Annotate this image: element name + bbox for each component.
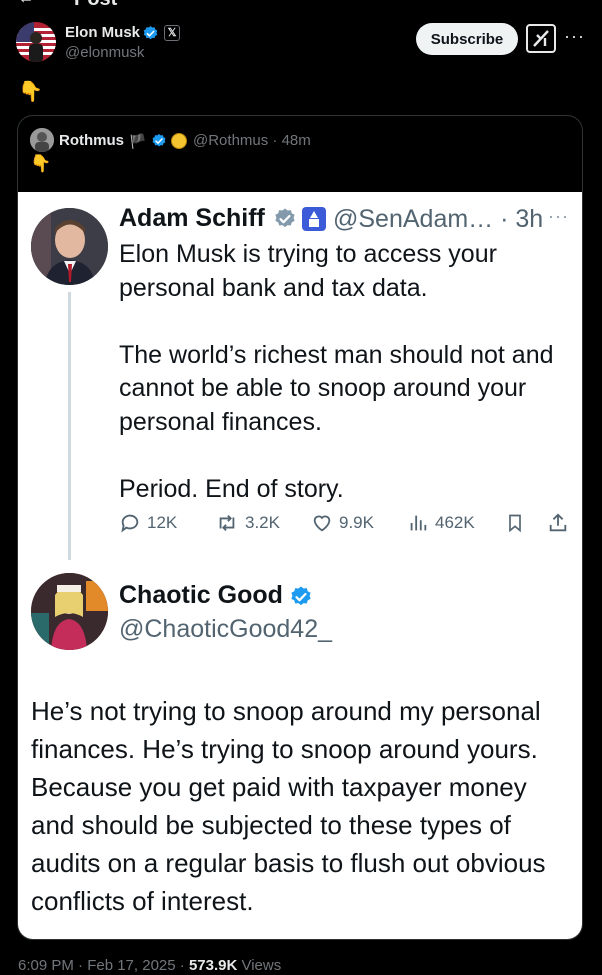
subscribe-button[interactable]: Subscribe (416, 23, 518, 55)
verified-badge-icon (143, 26, 158, 40)
grok-icon[interactable] (526, 24, 556, 53)
chaotic-good-avatar (31, 573, 108, 650)
quote-text: 👇 (30, 154, 52, 173)
author-avatar[interactable] (16, 22, 56, 62)
gold-coin-icon (171, 133, 187, 149)
tweet2-author-name: Chaotic Good (119, 581, 283, 609)
page-title: Post (74, 0, 117, 8)
post-metadata: 6:09 PM · Feb 17, 2025 · 573.9K Views (18, 957, 281, 974)
verified-gray-badge-icon (275, 208, 295, 228)
top-bar: ← Post (0, 0, 602, 8)
like-stat: 9.9K (311, 512, 374, 534)
embedded-screenshot[interactable]: Adam Schiff @SenAdam… · 3h ··· Elon Musk… (18, 192, 582, 939)
views-total: 573.9K (188, 957, 238, 974)
quote-author-meta: @Rothmus · 48m (193, 132, 311, 149)
reply-stat: 12K (119, 512, 177, 534)
reply-count: 12K (147, 513, 178, 532)
quote-author-avatar[interactable] (30, 128, 54, 152)
tweet1-action-bar: 12K 3.2K 9.9K 462K (119, 512, 574, 542)
repost-icon (219, 515, 235, 531)
author-handle[interactable]: @elonmusk (65, 44, 144, 61)
x-affiliation-icon: 𝕏 (164, 25, 180, 41)
thread-line (68, 292, 71, 560)
views-label: Views (237, 957, 282, 974)
tweet2-handle: @ChaoticGood42_ (119, 615, 333, 643)
tweet1-author-name: Adam Schiff (119, 204, 265, 232)
more-options-icon[interactable]: ··· (564, 26, 585, 47)
tweet1-handle-time: @SenAdam… · 3h (333, 205, 544, 233)
post-timestamp[interactable]: 6:09 PM · Feb 17, 2025 · (18, 957, 189, 974)
views-stat: 462K (407, 512, 475, 534)
reply-icon (121, 514, 139, 533)
repost-count: 3.2K (245, 513, 280, 532)
like-count: 9.9K (339, 513, 374, 532)
back-arrow-icon[interactable]: ← (18, 0, 34, 8)
flag-icon: 🏴 (129, 133, 147, 149)
like-icon (313, 515, 331, 532)
schiff-avatar (31, 208, 108, 285)
quoted-post[interactable]: Rothmus 🏴 @Rothmus · 48m 👇 Adam Schiff @… (17, 115, 583, 940)
verified-badge-icon (291, 586, 311, 606)
tweet1-body: Elon Musk is trying to access your perso… (119, 240, 554, 503)
author-name[interactable]: Elon Musk (65, 24, 140, 41)
views-count: 462K (435, 513, 475, 532)
views-icon (410, 515, 427, 531)
share-icon (547, 512, 575, 534)
bookmark-icon (505, 512, 531, 534)
repost-stat: 3.2K (215, 512, 280, 534)
verified-badge-icon (152, 134, 166, 147)
capitol-flag-icon (302, 207, 326, 231)
tweet2-body: He’s not trying to snoop around my perso… (31, 696, 546, 916)
quote-author-name[interactable]: Rothmus (59, 132, 124, 149)
tweet1-more-icon: ··· (548, 206, 569, 226)
post-text: 👇 (18, 81, 43, 103)
